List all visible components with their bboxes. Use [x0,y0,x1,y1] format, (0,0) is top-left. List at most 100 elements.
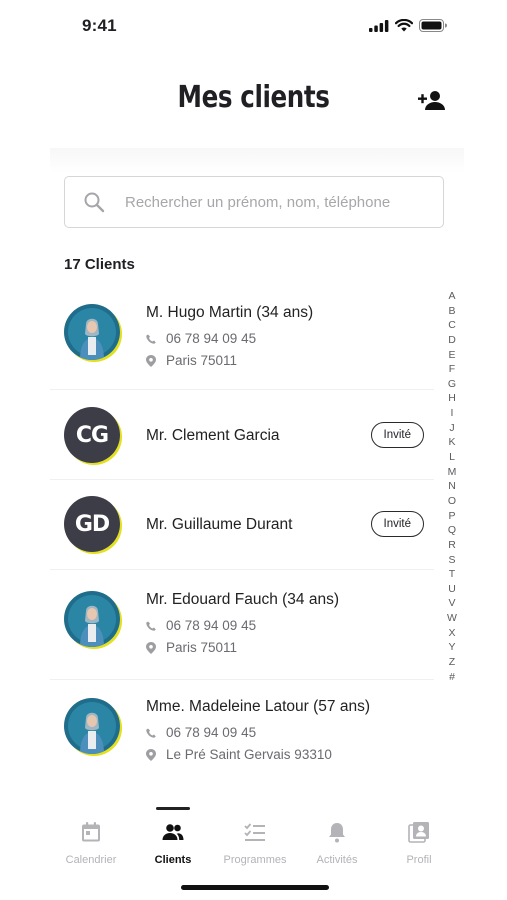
avatar [64,304,120,360]
alphabet-index-letter[interactable]: Y [448,640,455,655]
invite-badge[interactable]: Invité [370,422,424,448]
avatar [64,591,120,647]
alphabet-index-letter[interactable]: L [449,450,455,465]
profile-icon [408,822,429,843]
client-name: Mme. Madeleine Latour (57 ans) [146,698,371,715]
tab-label: Calendrier [65,854,117,866]
client-location-text: Le Pré Saint Gervais 93310 [166,747,332,762]
tab-bar: Calendrier Clients Programmes Activités [50,805,464,875]
client-list: M. Hugo Martin (34 ans) 06 78 94 09 45 P… [0,280,507,805]
add-person-icon [418,91,445,110]
client-phone-text: 06 78 94 09 45 [166,331,257,346]
tab-activites[interactable]: Activités [296,805,378,875]
cellular-signal-icon [369,19,389,32]
client-name: Mr. Clement Garcia [146,427,280,444]
invite-badge[interactable]: Invité [370,511,424,537]
client-row[interactable]: CG Mr. Clement Garcia Invité [50,390,434,480]
client-location-text: Paris 75011 [166,353,238,368]
avatar: CG [64,407,120,463]
client-phone-text: 06 78 94 09 45 [166,618,257,633]
client-row[interactable]: GD Mr. Guillaume Durant Invité [50,480,434,570]
alphabet-index-letter[interactable]: N [448,479,456,494]
alphabet-index-letter[interactable]: B [448,304,455,319]
tab-label: Clients [154,854,192,866]
tab-label: Activités [316,854,358,866]
bell-icon [329,823,345,843]
client-location: Paris 75011 [146,353,237,368]
tab-label: Profil [406,854,432,866]
phone-icon [146,728,156,738]
avatar-initials: GD [64,496,120,552]
alphabet-index-letter[interactable]: V [448,596,455,611]
alphabet-index-letter[interactable]: Q [448,523,456,538]
alphabet-index-letter[interactable]: J [449,421,454,436]
alphabet-index-letter[interactable]: E [448,348,455,363]
avatar-photo-icon [64,698,120,754]
clients-icon [162,824,184,840]
alphabet-index[interactable]: A B C D E F G H I J K L M N O P Q R S T U V W X Y Z # [446,289,458,684]
phone-icon [146,334,156,344]
alphabet-index-letter[interactable]: U [448,582,456,597]
tab-programmes[interactable]: Programmes [214,805,296,875]
client-row[interactable]: Mme. Madeleine Latour (57 ans) 06 78 94 … [50,680,434,790]
avatar-initials: CG [64,407,120,463]
alphabet-index-letter[interactable]: W [447,611,457,626]
avatar-photo-icon [64,591,120,647]
tab-label: Programmes [223,854,287,866]
alphabet-index-letter[interactable]: X [448,626,455,641]
client-phone: 06 78 94 09 45 [146,331,256,346]
calendar-icon [82,822,100,842]
client-row[interactable]: M. Hugo Martin (34 ans) 06 78 94 09 45 P… [50,280,434,390]
alphabet-index-letter[interactable]: F [449,362,455,377]
location-pin-icon [146,641,156,654]
alphabet-index-letter[interactable]: C [448,318,456,333]
alphabet-index-letter[interactable]: G [448,377,456,392]
client-phone: 06 78 94 09 45 [146,618,256,633]
client-name: M. Hugo Martin (34 ans) [146,304,314,321]
alphabet-index-letter[interactable]: I [451,406,454,421]
alphabet-index-letter[interactable]: O [448,494,456,509]
add-client-button[interactable] [417,86,447,116]
status-bar: 9:41 [0,0,507,52]
search-icon [84,192,105,213]
page-title: Mes clients [177,80,330,115]
alphabet-index-letter[interactable]: T [449,567,455,582]
client-location: Le Pré Saint Gervais 93310 [146,747,332,762]
tab-calendrier[interactable]: Calendrier [50,805,132,875]
wifi-icon [395,19,413,32]
alphabet-index-letter[interactable]: D [448,333,456,348]
search-box[interactable] [64,176,444,228]
alphabet-index-letter[interactable]: Z [449,655,455,670]
status-time: 9:41 [82,16,117,35]
alphabet-index-letter[interactable]: K [448,435,455,450]
alphabet-index-letter[interactable]: # [449,670,455,685]
battery-icon [419,19,447,32]
client-location-text: Paris 75011 [166,640,238,655]
client-phone-text: 06 78 94 09 45 [166,725,257,740]
alphabet-index-letter[interactable]: M [448,465,457,480]
alphabet-index-letter[interactable]: P [448,509,455,524]
client-name: Mr. Guillaume Durant [146,516,293,533]
checklist-icon [244,823,265,841]
location-pin-icon [146,354,156,367]
location-pin-icon [146,748,156,761]
avatar-photo-icon [64,304,120,360]
header: Mes clients [0,70,507,132]
client-name: Mr. Edouard Fauch (34 ans) [146,591,339,608]
avatar: GD [64,496,120,552]
phone-icon [146,621,156,631]
alphabet-index-letter[interactable]: A [448,289,455,304]
client-row[interactable]: Mr. Edouard Fauch (34 ans) 06 78 94 09 4… [50,570,434,680]
search-input[interactable] [125,177,435,227]
avatar [64,698,120,754]
client-count: 17 Clients [64,256,135,273]
alphabet-index-letter[interactable]: H [448,391,456,406]
client-phone: 06 78 94 09 45 [146,725,256,740]
alphabet-index-letter[interactable]: S [448,553,455,568]
alphabet-index-letter[interactable]: R [448,538,456,553]
tab-profil[interactable]: Profil [378,805,460,875]
home-indicator [181,885,329,890]
client-location: Paris 75011 [146,640,237,655]
status-icons [369,19,447,32]
tab-clients[interactable]: Clients [132,805,214,875]
